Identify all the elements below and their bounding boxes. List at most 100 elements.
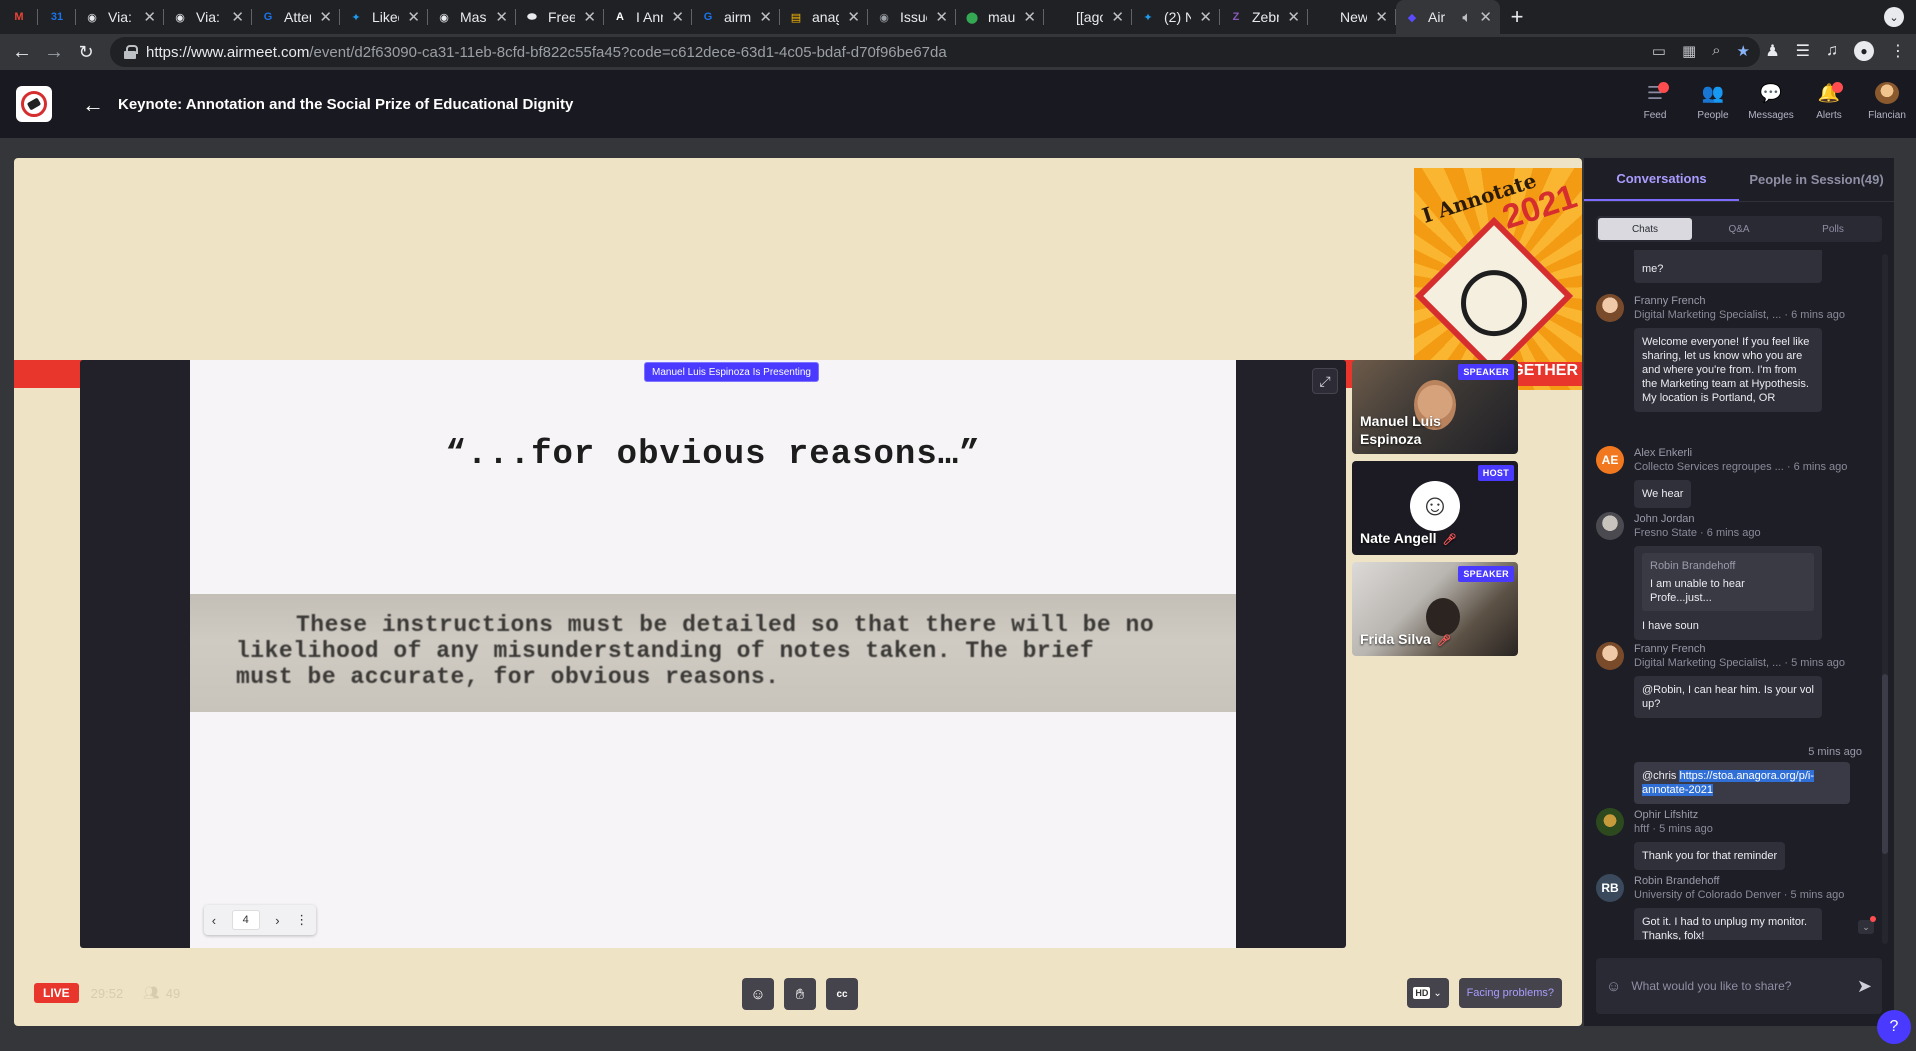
kebab-menu-icon[interactable]: ⋮: [1890, 41, 1906, 61]
browser-tab[interactable]: M: [0, 0, 38, 34]
close-tab-icon[interactable]: ✕: [1287, 8, 1300, 26]
browser-tab[interactable]: Z Zebra ✕: [1220, 0, 1308, 34]
close-tab-icon[interactable]: ✕: [495, 8, 508, 26]
speaker-tile[interactable]: SPEAKER Manuel Luis Espinoza: [1352, 360, 1518, 454]
close-tab-icon[interactable]: ✕: [143, 8, 156, 26]
close-tab-icon[interactable]: ✕: [671, 8, 684, 26]
segment-polls[interactable]: Polls: [1786, 218, 1880, 240]
avatar[interactable]: [1596, 294, 1624, 322]
tab-conversations[interactable]: Conversations: [1584, 158, 1739, 201]
address-bar[interactable]: https://www.airmeet.com/event/d2f63090-c…: [110, 37, 1760, 67]
qr-code-icon[interactable]: ▦: [1682, 42, 1696, 60]
chevron-right-icon[interactable]: ›: [275, 913, 279, 928]
fullscreen-icon[interactable]: ⤢: [1312, 368, 1338, 394]
chat-scrollbar[interactable]: [1882, 254, 1888, 944]
browser-tab[interactable]: ⬤ maui - ✕: [956, 0, 1044, 34]
zoom-icon[interactable]: ⌕: [1712, 42, 1720, 60]
quoted-reply[interactable]: Robin Brandehoff I am unable to hear Pro…: [1642, 553, 1814, 611]
browser-tab[interactable]: New Tab ✕: [1308, 0, 1396, 34]
close-tab-icon[interactable]: ✕: [759, 8, 772, 26]
close-tab-icon[interactable]: ✕: [1199, 8, 1212, 26]
page-number[interactable]: 4: [231, 910, 260, 930]
browser-tab[interactable]: [[agor ✕: [1044, 0, 1132, 34]
nav-people[interactable]: 👥 People: [1684, 82, 1742, 122]
mic-muted-icon: 🎤︎: [1442, 534, 1457, 546]
extension-icon[interactable]: ♟: [1765, 41, 1779, 61]
raise-hand-icon[interactable]: ✋︎: [784, 978, 816, 1010]
browser-tab[interactable]: ✦ Liked ✕: [340, 0, 428, 34]
speaker-tile[interactable]: SPEAKER Frida Silva 🎤︎: [1352, 562, 1518, 656]
close-tab-icon[interactable]: ✕: [231, 8, 244, 26]
sender-name[interactable]: Alex Enkerli: [1634, 446, 1874, 460]
facing-problems-button[interactable]: Facing problems?: [1458, 978, 1562, 1008]
camera-blocked-icon[interactable]: ▭: [1652, 42, 1666, 60]
forward-arrow-icon[interactable]: →: [38, 36, 70, 68]
event-logo[interactable]: [16, 86, 52, 122]
avatar[interactable]: [1596, 808, 1624, 836]
segment-qa[interactable]: Q&A: [1692, 218, 1786, 240]
avatar[interactable]: [1596, 642, 1624, 670]
browser-tab[interactable]: ◉ Issues ✕: [868, 0, 956, 34]
close-tab-icon[interactable]: ✕: [1111, 8, 1124, 26]
browser-tab[interactable]: G Attend ✕: [252, 0, 340, 34]
browser-tab[interactable]: ◉ Via: [[✕: [76, 0, 164, 34]
help-button[interactable]: ?: [1877, 1010, 1911, 1044]
reading-list-icon[interactable]: ☰: [1796, 41, 1810, 61]
segment-chats[interactable]: Chats: [1598, 218, 1692, 240]
new-tab-button[interactable]: +: [1500, 0, 1534, 34]
close-tab-icon[interactable]: ✕: [1479, 8, 1492, 26]
avatar[interactable]: [1596, 512, 1624, 540]
sender-name[interactable]: Franny French: [1634, 642, 1874, 656]
lock-icon[interactable]: [124, 45, 138, 59]
browser-tab[interactable]: 31: [38, 0, 76, 34]
nav-feed[interactable]: ☰ Feed: [1626, 82, 1684, 121]
conversation-panel: Conversations People in Session(49) Chat…: [1584, 158, 1894, 1026]
send-icon[interactable]: ➤: [1857, 976, 1872, 997]
avatar[interactable]: RB: [1596, 874, 1624, 902]
scrollbar-thumb[interactable]: [1882, 674, 1888, 854]
closed-captions-icon[interactable]: cc: [826, 978, 858, 1010]
quality-selector[interactable]: HD ⌄: [1406, 978, 1449, 1008]
sender-name[interactable]: Ophir Lifshitz: [1634, 808, 1874, 822]
back-arrow-icon[interactable]: ←: [82, 92, 104, 118]
chevron-left-icon[interactable]: ‹: [212, 913, 216, 928]
browser-tab[interactable]: ▤ anagor ✕: [780, 0, 868, 34]
tab-title: Free Ir: [548, 9, 576, 25]
nav-alerts[interactable]: 🔔 Alerts: [1800, 82, 1858, 121]
tab-people-in-session[interactable]: People in Session(49): [1739, 158, 1894, 201]
browser-tab[interactable]: ✦ (2) No ✕: [1132, 0, 1220, 34]
browser-tab[interactable]: A I Anno ✕: [604, 0, 692, 34]
audio-playing-icon[interactable]: 🔈︎: [1462, 9, 1471, 26]
sender-name[interactable]: Franny French: [1634, 294, 1874, 308]
close-tab-icon[interactable]: ✕: [583, 8, 596, 26]
close-tab-icon[interactable]: ✕: [319, 8, 332, 26]
more-vertical-icon[interactable]: ⋮: [295, 912, 308, 928]
nav-flancian[interactable]: Flancian: [1858, 82, 1916, 121]
close-tab-icon[interactable]: ✕: [847, 8, 860, 26]
profile-icon[interactable]: ●: [1854, 41, 1874, 61]
browser-tab[interactable]: ◉ Via: [[✕: [164, 0, 252, 34]
chat-input[interactable]: [1631, 979, 1847, 993]
back-arrow-icon[interactable]: ←: [6, 36, 38, 68]
browser-tab[interactable]: ◆ Air 🔈︎ ✕: [1396, 0, 1500, 34]
close-tab-icon[interactable]: ✕: [407, 8, 420, 26]
nav-messages[interactable]: 💬 Messages: [1742, 82, 1800, 122]
close-tab-icon[interactable]: ✕: [1023, 8, 1036, 26]
sender-name[interactable]: John Jordan: [1634, 512, 1874, 526]
media-control-icon[interactable]: ♫: [1826, 42, 1838, 60]
emoji-reaction-icon[interactable]: ☺: [742, 978, 774, 1010]
close-tab-icon[interactable]: ✕: [1375, 8, 1388, 26]
browser-tab[interactable]: ⬬ Free Ir ✕: [516, 0, 604, 34]
tab-search-icon[interactable]: ⌄: [1884, 7, 1904, 27]
message-bubble: me?: [1634, 250, 1822, 283]
browser-tab[interactable]: Gairmee ✕: [692, 0, 780, 34]
emoji-icon[interactable]: ☺: [1606, 978, 1621, 995]
browser-tab[interactable]: ◉ Massiv ✕: [428, 0, 516, 34]
scroll-to-bottom-icon[interactable]: ⌄: [1858, 916, 1876, 934]
avatar[interactable]: AE: [1596, 446, 1624, 474]
sender-name[interactable]: Robin Brandehoff: [1634, 874, 1874, 888]
reload-icon[interactable]: ↻: [70, 36, 102, 68]
host-tile[interactable]: ☺ HOST Nate Angell 🎤︎: [1352, 461, 1518, 555]
bookmark-star-icon[interactable]: ★: [1737, 42, 1750, 60]
close-tab-icon[interactable]: ✕: [935, 8, 948, 26]
